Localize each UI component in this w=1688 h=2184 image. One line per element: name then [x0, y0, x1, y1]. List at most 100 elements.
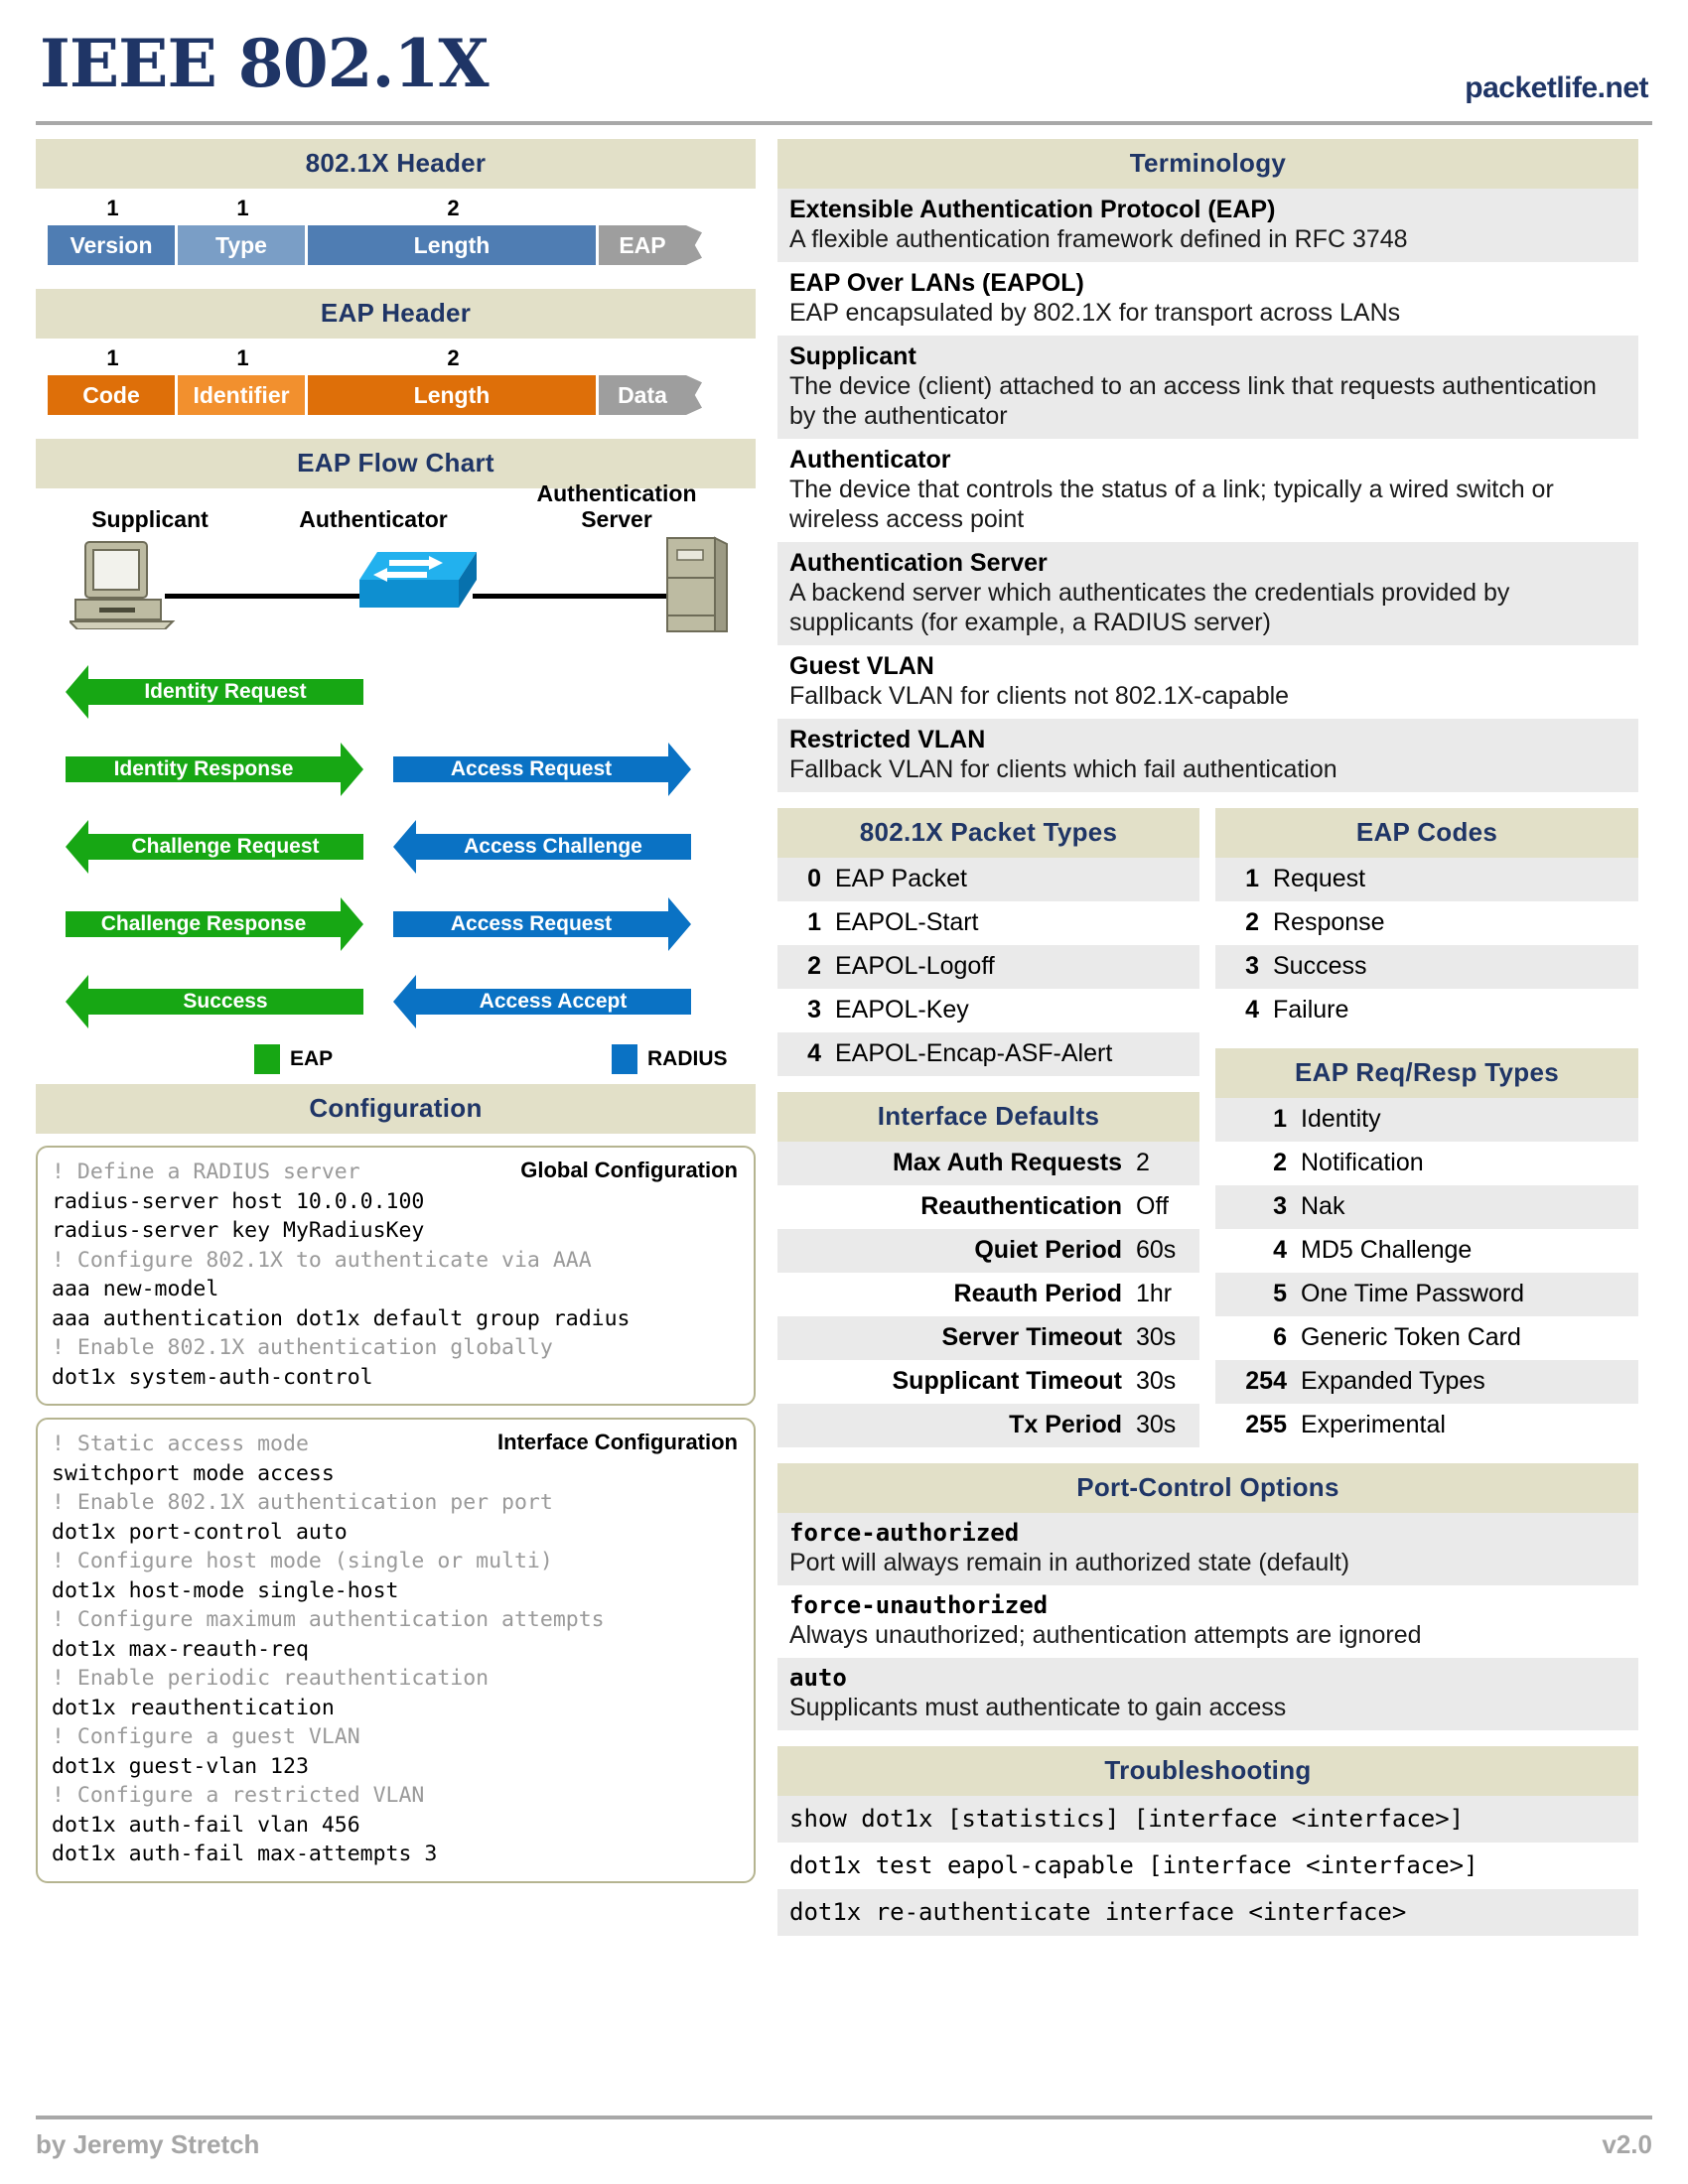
- eap-code-label: Success: [1273, 952, 1367, 980]
- interface-config-line-13: dot1x auth-fail vlan 456: [52, 1812, 360, 1838]
- terminology-entry: Restricted VLAN Fallback VLAN for clients…: [777, 719, 1638, 792]
- section-title-troubleshooting: Troubleshooting: [777, 1746, 1638, 1796]
- terminology-definition: EAP encapsulated by 802.1X for transport…: [789, 299, 1401, 327]
- packet-type-row: 4 EAPOL-Encap-ASF-Alert: [777, 1032, 1199, 1076]
- interface-default-value: Off: [1136, 1192, 1169, 1220]
- left-column: 802.1X Header 112 Version Type Length EAP E…: [36, 139, 756, 1936]
- terminology-term: Extensible Authentication Protocol (EAP): [789, 196, 1276, 223]
- flow-arrow-challenge-response: Challenge Response: [66, 897, 363, 951]
- port-control-option-name: auto: [789, 1664, 847, 1692]
- flow-arrow-access-request: Access Request: [393, 743, 691, 796]
- packet-type-number: 0: [807, 865, 821, 892]
- terminology-entry: Extensible Authentication Protocol (EAP)…: [777, 189, 1638, 262]
- eap-codes-panel: EAP Codes 1 Request 2 Response 3 Success 4 Fail…: [1215, 808, 1638, 1447]
- req-resp-type-label: Notification: [1301, 1149, 1424, 1176]
- eap-field-identifier: Identifier: [178, 375, 305, 415]
- req-resp-type-row: 254 Expanded Types: [1215, 1360, 1638, 1404]
- link-authenticator-server: [473, 594, 671, 599]
- legend-swatch-eap: [254, 1044, 280, 1074]
- interface-default-key: Reauth Period: [953, 1280, 1122, 1307]
- port-control-option: auto Supplicants must authenticate to gai…: [777, 1658, 1638, 1730]
- flow-arrow-access-request: Access Request: [393, 897, 691, 951]
- legend-swatch-radius: [612, 1044, 637, 1074]
- interface-configuration-title: Interface Configuration: [496, 1430, 738, 1454]
- interface-config-line-2: ! Enable 802.1X authentication per port: [52, 1490, 553, 1515]
- req-resp-type-number: 2: [1273, 1149, 1287, 1176]
- footer-version: v2.0: [1602, 2129, 1652, 2159]
- eap-code-row: 1 Request: [1215, 858, 1638, 901]
- req-resp-type-number: 3: [1273, 1192, 1287, 1220]
- terminology-definition: The device (client) attached to an acces…: [789, 372, 1597, 430]
- terminology-entry: Guest VLAN Fallback VLAN for clients not …: [777, 645, 1638, 719]
- terminology-definition: A backend server which authenticates the…: [789, 579, 1510, 636]
- req-resp-type-number: 4: [1273, 1236, 1287, 1264]
- flow-arrow-access-accept: Access Accept: [393, 975, 691, 1028]
- site-brand[interactable]: packetlife.net: [1465, 71, 1648, 105]
- legend-label-eap: EAP: [290, 1047, 334, 1070]
- eap-bytelen-3: [599, 347, 689, 369]
- packet-types-table: 0 EAP Packet 1 EAPOL-Start 2 EAPOL-Logoff 3 EAP…: [777, 858, 1199, 1076]
- eap-code-row: 4 Failure: [1215, 989, 1638, 1032]
- interface-config-line-11: dot1x guest-vlan 123: [52, 1753, 309, 1779]
- req-resp-type-label: One Time Password: [1301, 1280, 1525, 1307]
- interface-default-key: Reauthentication: [920, 1192, 1122, 1220]
- port-control-option-description: Always unauthorized; authentication atte…: [789, 1621, 1422, 1649]
- eap-code-number: 3: [1245, 952, 1259, 980]
- dot1x-field-boxes: Version Type Length EAP: [48, 225, 744, 265]
- req-resp-type-number: 6: [1273, 1323, 1287, 1351]
- req-resp-type-row: 2 Notification: [1215, 1142, 1638, 1185]
- port-control-option: force-authorized Port will always remain …: [777, 1513, 1638, 1585]
- req-resp-type-row: 1 Identity: [1215, 1098, 1638, 1142]
- interface-defaults-table: Max Auth Requests 2 Reauthentication Off Qui…: [777, 1142, 1199, 1447]
- terminology-term: Authenticator: [789, 446, 951, 474]
- eap-code-number: 4: [1245, 996, 1259, 1024]
- eap-code-label: Request: [1273, 865, 1366, 892]
- codes-row: 802.1X Packet Types 0 EAP Packet 1 EAPOL-St…: [777, 808, 1638, 1447]
- port-control-option: force-unauthorized Always unauthorized; a…: [777, 1585, 1638, 1658]
- flow-node-label-authenticator: Authenticator: [299, 506, 448, 532]
- packet-type-row: 1 EAPOL-Start: [777, 901, 1199, 945]
- interface-default-row: Reauthentication Off: [777, 1185, 1199, 1229]
- flow-arrow-identity-request: Identity Request: [66, 665, 363, 719]
- packet-type-row: 2 EAPOL-Logoff: [777, 945, 1199, 989]
- legend-item-eap: EAP: [254, 1044, 333, 1074]
- interface-config-line-4: ! Configure host mode (single or multi): [52, 1549, 553, 1573]
- eap-bytelen-2: 2: [447, 345, 460, 370]
- interface-default-value: 60s: [1136, 1236, 1177, 1264]
- flow-arrow-row-2: Identity Response Access Request: [36, 743, 756, 796]
- interface-configuration-lines: ! Static access mode switchport mode acce…: [52, 1430, 740, 1869]
- interface-config-line-6: ! Configure maximum authentication attem…: [52, 1607, 605, 1632]
- packet-type-row: 3 EAPOL-Key: [777, 989, 1199, 1032]
- section-title-packet-types: 802.1X Packet Types: [777, 808, 1199, 858]
- dot1x-byte-lengths: 1 1 2: [48, 198, 744, 219]
- req-resp-type-row: 4 MD5 Challenge: [1215, 1229, 1638, 1273]
- flow-arrow-access-challenge: Access Challenge: [393, 820, 691, 874]
- interface-config-line-12: ! Configure a restricted VLAN: [52, 1783, 425, 1808]
- port-control-option-description: Port will always remain in authorized st…: [789, 1549, 1350, 1576]
- cheatsheet-page: IEEE 802.1X packetlife.net 802.1X Header…: [0, 0, 1688, 2184]
- eap-bytelen-0: 1: [106, 345, 119, 370]
- eap-field-code: Code: [48, 375, 175, 415]
- interface-config-line-3: dot1x port-control auto: [52, 1519, 348, 1545]
- terminology-entry: EAP Over LANs (EAPOL) EAP encapsulated by…: [777, 262, 1638, 336]
- packet-type-number: 1: [807, 908, 821, 936]
- interface-config-line-7: dot1x max-reauth-req: [52, 1636, 309, 1662]
- terminology-term: Supplicant: [789, 342, 916, 370]
- interface-default-key: Server Timeout: [941, 1323, 1122, 1351]
- section-title-eap-codes: EAP Codes: [1215, 808, 1638, 858]
- eap-code-row: 2 Response: [1215, 901, 1638, 945]
- footer-divider: [36, 2116, 1652, 2119]
- eap-field-data: Data: [599, 375, 686, 415]
- req-resp-type-number: 1: [1273, 1105, 1287, 1133]
- req-resp-type-label: Generic Token Card: [1301, 1323, 1521, 1351]
- interface-config-line-14: dot1x auth-fail max-attempts 3: [52, 1842, 438, 1866]
- terminology-entry: Authenticator The device that controls th…: [777, 439, 1638, 542]
- req-resp-type-label: Nak: [1301, 1192, 1345, 1220]
- interface-default-key: Tx Period: [1009, 1411, 1122, 1438]
- req-resp-type-row: 255 Experimental: [1215, 1404, 1638, 1447]
- global-configuration-box: Global Configuration ! Define a RADIUS s…: [36, 1146, 756, 1406]
- eap-field-length: Length: [308, 375, 596, 415]
- eap-codes-table: 1 Request 2 Response 3 Success 4 Failure: [1215, 858, 1638, 1032]
- interface-config-line-1: switchport mode access: [52, 1460, 335, 1486]
- interface-configuration-box: Interface Configuration ! Static access …: [36, 1418, 756, 1883]
